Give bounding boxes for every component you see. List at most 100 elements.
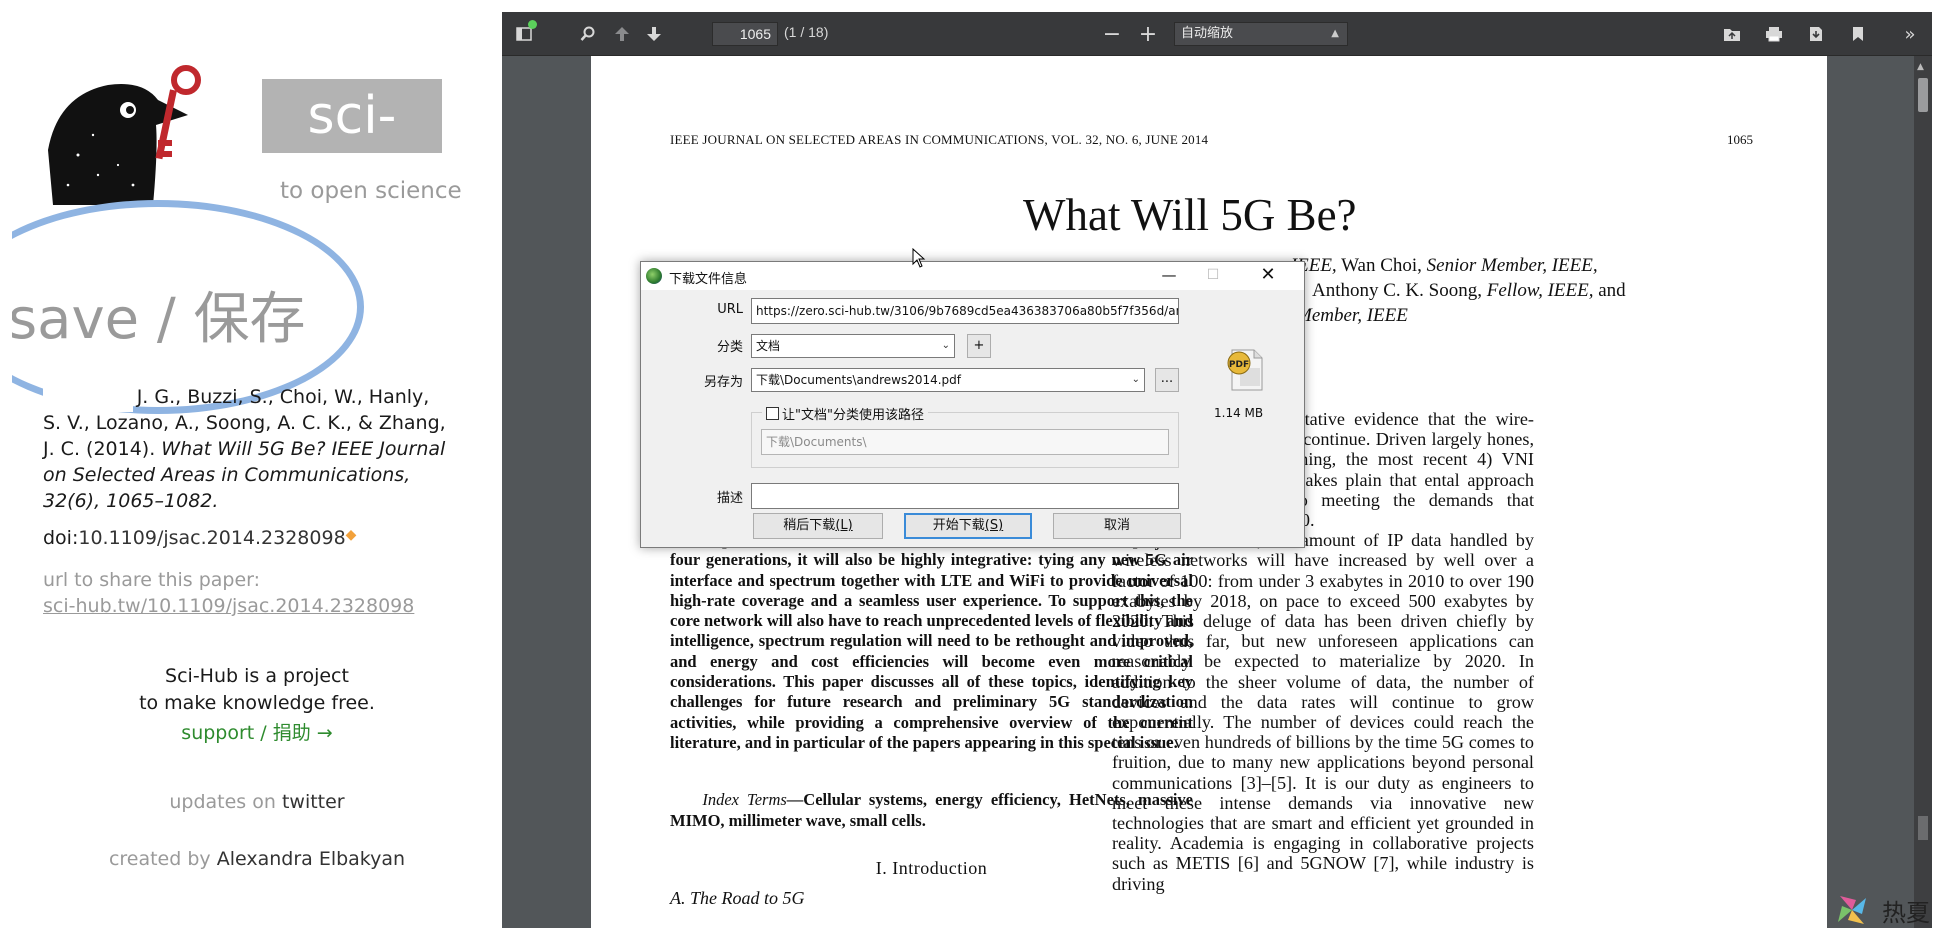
citation-overlap bbox=[43, 386, 133, 412]
start-download-button[interactable]: 开始下载(S) bbox=[904, 513, 1032, 539]
download-dialog: 下载文件信息 — ☐ ✕ URL https://zero.sci-hub.tw… bbox=[640, 261, 1305, 548]
url-field[interactable]: https://zero.sci-hub.tw/3106/9b7689cd5ea… bbox=[751, 298, 1179, 324]
share-label: url to share this paper: bbox=[43, 569, 261, 591]
svg-text:PDF: PDF bbox=[1229, 360, 1249, 370]
minimize-button[interactable]: — bbox=[1149, 262, 1189, 290]
next-page-icon bbox=[647, 27, 661, 41]
close-icon: ✕ bbox=[1260, 264, 1276, 285]
pdf-page-number: 1065 bbox=[1727, 132, 1753, 147]
sidebar-status-dot bbox=[528, 20, 537, 29]
download-icon bbox=[1810, 27, 1822, 41]
saveas-dropdown-icon: ⌄ bbox=[1131, 374, 1140, 385]
zoom-select-arrow-icon: ▲ bbox=[1331, 28, 1339, 39]
citation-line-2: S. V., Lozano, A., Soong, A. C. K., & Zh… bbox=[43, 412, 446, 434]
dialog-titlebar[interactable]: 下载文件信息 — ☐ ✕ bbox=[641, 262, 1304, 290]
mouse-cursor-icon bbox=[912, 248, 926, 268]
tools-button[interactable]: » bbox=[1894, 12, 1926, 56]
scihub-logo-text[interactable]: sci-hub bbox=[262, 79, 442, 220]
watermark-text: 热夏 bbox=[1882, 899, 1930, 927]
doi-row: doi:10.1109/jsac.2014.2328098◆ bbox=[43, 527, 356, 549]
scihub-panel: sci-hub to open science save / 保存 Andrew… bbox=[12, 12, 502, 928]
tools-icon: » bbox=[1904, 23, 1916, 45]
pdf-scrollbar[interactable]: ▲ bbox=[1914, 56, 1932, 928]
pdf-author-affil-4: Member, IEEE bbox=[1296, 305, 1408, 326]
zoom-in-button[interactable]: + bbox=[1132, 12, 1164, 56]
previous-page-button[interactable] bbox=[606, 12, 638, 56]
previous-page-icon bbox=[615, 27, 629, 41]
zoom-out-button[interactable]: − bbox=[1096, 12, 1128, 56]
citation-line-3: J. C. (2014). bbox=[43, 438, 162, 460]
download-later-shortcut: (L) bbox=[835, 518, 853, 533]
checkbox-box[interactable] bbox=[766, 407, 779, 420]
category-dropdown-icon: ⌄ bbox=[941, 340, 950, 351]
zoom-value: 自动缩放 bbox=[1181, 26, 1234, 41]
start-download-shortcut: (S) bbox=[984, 518, 1004, 533]
created-label: created by bbox=[108, 848, 217, 870]
pdf-author-affil-3: Fellow, IEEE, bbox=[1486, 280, 1594, 301]
open-file-icon bbox=[1724, 29, 1740, 41]
twitter-link[interactable]: twitter bbox=[282, 791, 345, 813]
pdf-author-name-2: Anthony C. K. Soong, bbox=[1312, 280, 1487, 301]
zoom-select[interactable]: 自动缩放 ▲ bbox=[1174, 22, 1348, 46]
scrollbar-thumb[interactable] bbox=[1918, 78, 1928, 112]
doi-link[interactable]: 10.1109/jsac.2014.2328098 bbox=[78, 527, 345, 549]
support-link[interactable]: support / 捐助 → bbox=[12, 718, 502, 745]
browse-button[interactable]: ... bbox=[1155, 368, 1179, 392]
maximize-button: ☐ bbox=[1193, 262, 1233, 290]
updates-label: updates on bbox=[169, 791, 282, 813]
default-path-field: 下载\Documents\ bbox=[761, 429, 1169, 455]
print-button[interactable] bbox=[1758, 12, 1790, 56]
zoom-out-icon: − bbox=[1102, 21, 1122, 47]
sidebar-toggle-button[interactable] bbox=[508, 12, 540, 56]
pdf-author-name-1: Wan Choi, bbox=[1336, 255, 1427, 276]
close-button[interactable]: ✕ bbox=[1243, 262, 1293, 290]
scihub-tagline: to open science bbox=[280, 178, 462, 204]
saveas-field[interactable]: 下载\Documents\andrews2014.pdf ⌄ bbox=[751, 368, 1145, 392]
pdf-journal-header: IEEE JOURNAL ON SELECTED AREAS IN COMMUN… bbox=[670, 132, 1209, 147]
pdf-author-and: and bbox=[1593, 280, 1626, 301]
zoom-in-icon: + bbox=[1138, 21, 1158, 47]
checkbox-label: 让"文档"分类使用该路径 bbox=[782, 408, 924, 423]
page-number-input[interactable]: 1065 bbox=[712, 22, 778, 46]
bookmark-button[interactable] bbox=[1842, 12, 1874, 56]
pdf-toolbar: 1065 (1 / 18) − + 自动缩放 ▲ » bbox=[502, 12, 1932, 56]
category-select[interactable]: 文档 ⌄ bbox=[751, 334, 955, 358]
minimize-icon: — bbox=[1161, 266, 1177, 284]
print-icon bbox=[1766, 27, 1782, 42]
pdf-right-paragraph-2: In just a decade, the amount of IP data … bbox=[1112, 530, 1534, 894]
search-button[interactable] bbox=[572, 12, 604, 56]
share-url-link[interactable]: sci-hub.tw/10.1109/jsac.2014.2328098 bbox=[43, 595, 414, 617]
download-later-label: 稍后下载 bbox=[783, 518, 836, 533]
category-label: 分类 bbox=[716, 340, 743, 355]
next-page-button[interactable] bbox=[638, 12, 670, 56]
saveas-label: 另存为 bbox=[703, 375, 743, 390]
cancel-button[interactable]: 取消 bbox=[1053, 513, 1181, 539]
author-link[interactable]: Alexandra Elbakyan bbox=[217, 848, 405, 870]
save-button[interactable] bbox=[12, 200, 364, 414]
open-file-button[interactable] bbox=[1716, 12, 1748, 56]
use-path-checkbox[interactable]: 让"文档"分类使用该路径 bbox=[762, 404, 928, 423]
add-category-button[interactable]: + bbox=[967, 334, 991, 358]
search-icon bbox=[580, 26, 595, 41]
about-line-2: to make knowledge free. bbox=[139, 692, 375, 714]
start-download-label: 开始下载 bbox=[932, 518, 985, 533]
pdf-author-affil-2: Senior Member, IEEE, bbox=[1426, 255, 1598, 276]
url-label: URL bbox=[717, 302, 743, 317]
about-line-1: Sci-Hub is a project bbox=[165, 665, 349, 687]
category-value: 文档 bbox=[756, 339, 781, 353]
dialog-title: 下载文件信息 bbox=[669, 272, 748, 287]
description-field[interactable] bbox=[751, 483, 1179, 509]
download-later-button[interactable]: 稍后下载(L) bbox=[753, 513, 883, 539]
updates-row: updates on twitter bbox=[12, 791, 502, 813]
saveas-value: 下载\Documents\andrews2014.pdf bbox=[756, 373, 962, 387]
download-button[interactable] bbox=[1800, 12, 1832, 56]
created-row: created by Alexandra Elbakyan bbox=[12, 848, 502, 870]
scroll-up-icon[interactable]: ▲ bbox=[1917, 62, 1924, 72]
file-size: 1.14 MB bbox=[1214, 406, 1264, 420]
bookmark-icon bbox=[1853, 27, 1863, 41]
pdf-authors-line-2: Anthony C. K. Soong, Fellow, IEEE, and bbox=[1312, 280, 1626, 302]
pdf-subsection-heading: A. The Road to 5G bbox=[670, 888, 805, 908]
pdf-authors-line-3: Member, IEEE bbox=[1296, 305, 1408, 327]
pdf-file-icon: PDF bbox=[1227, 349, 1263, 391]
scrollbar-marker bbox=[1918, 816, 1928, 840]
